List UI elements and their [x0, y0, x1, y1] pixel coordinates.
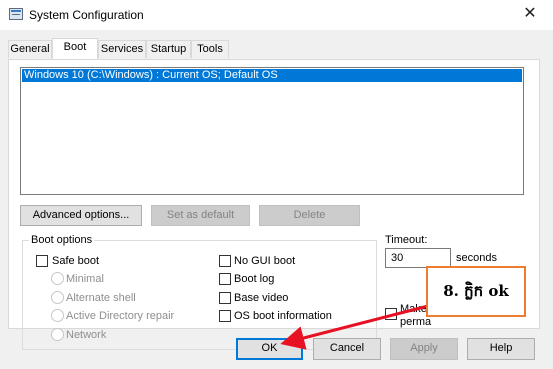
ok-button[interactable]: OK — [236, 338, 303, 360]
make-permanent-checkbox[interactable] — [385, 308, 397, 320]
tab-general[interactable]: General — [8, 40, 52, 58]
network-label: Network — [66, 329, 107, 341]
base-video-checkbox[interactable] — [219, 292, 231, 304]
active-directory-repair-label: Active Directory repair — [66, 310, 175, 322]
close-icon[interactable]: ✕ — [518, 2, 542, 26]
boot-log-label: Boot log — [234, 273, 275, 285]
no-gui-boot-checkbox[interactable] — [219, 255, 231, 267]
delete-button[interactable]: Delete — [259, 205, 360, 226]
minimal-radio[interactable] — [51, 272, 64, 285]
cancel-button[interactable]: Cancel — [313, 338, 381, 360]
instruction-callout: 8. ក្លិក ok — [426, 266, 526, 317]
tab-startup[interactable]: Startup — [146, 40, 191, 58]
base-video-label: Base video — [234, 292, 289, 304]
network-radio[interactable] — [51, 328, 64, 341]
system-configuration-icon — [9, 8, 23, 20]
dialog-body: General Boot Services Startup Tools Wind… — [0, 30, 553, 369]
timeout-unit-label: seconds — [456, 252, 497, 264]
tab-tools[interactable]: Tools — [191, 40, 229, 58]
tab-services[interactable]: Services — [98, 40, 146, 58]
apply-button[interactable]: Apply — [390, 338, 458, 360]
os-list-item-selected[interactable]: Windows 10 (C:\Windows) : Current OS; De… — [22, 69, 522, 82]
no-gui-boot-label: No GUI boot — [234, 255, 296, 267]
make-permanent-label-line1: Make — [400, 303, 427, 315]
active-directory-repair-radio[interactable] — [51, 309, 64, 322]
timeout-input[interactable]: 30 — [385, 248, 451, 268]
advanced-options-button[interactable]: Advanced options... — [20, 205, 142, 226]
safe-boot-label: Safe boot — [52, 255, 100, 267]
alternate-shell-label: Alternate shell — [66, 292, 136, 304]
boot-options-label: Boot options — [29, 234, 95, 246]
os-boot-information-label: OS boot information — [234, 310, 332, 322]
minimal-label: Minimal — [66, 273, 104, 285]
os-boot-information-checkbox[interactable] — [219, 310, 231, 322]
tab-boot[interactable]: Boot — [52, 38, 98, 59]
boot-log-checkbox[interactable] — [219, 273, 231, 285]
window-title: System Configuration — [29, 8, 144, 22]
make-permanent-label-line2: perma — [400, 316, 432, 328]
safe-boot-checkbox[interactable] — [36, 255, 48, 267]
timeout-label: Timeout: — [385, 234, 428, 246]
set-as-default-button[interactable]: Set as default — [151, 205, 250, 226]
os-list[interactable]: Windows 10 (C:\Windows) : Current OS; De… — [20, 67, 524, 195]
alternate-shell-radio[interactable] — [51, 291, 64, 304]
title-bar: System Configuration ✕ — [0, 0, 553, 30]
help-button[interactable]: Help — [467, 338, 535, 360]
